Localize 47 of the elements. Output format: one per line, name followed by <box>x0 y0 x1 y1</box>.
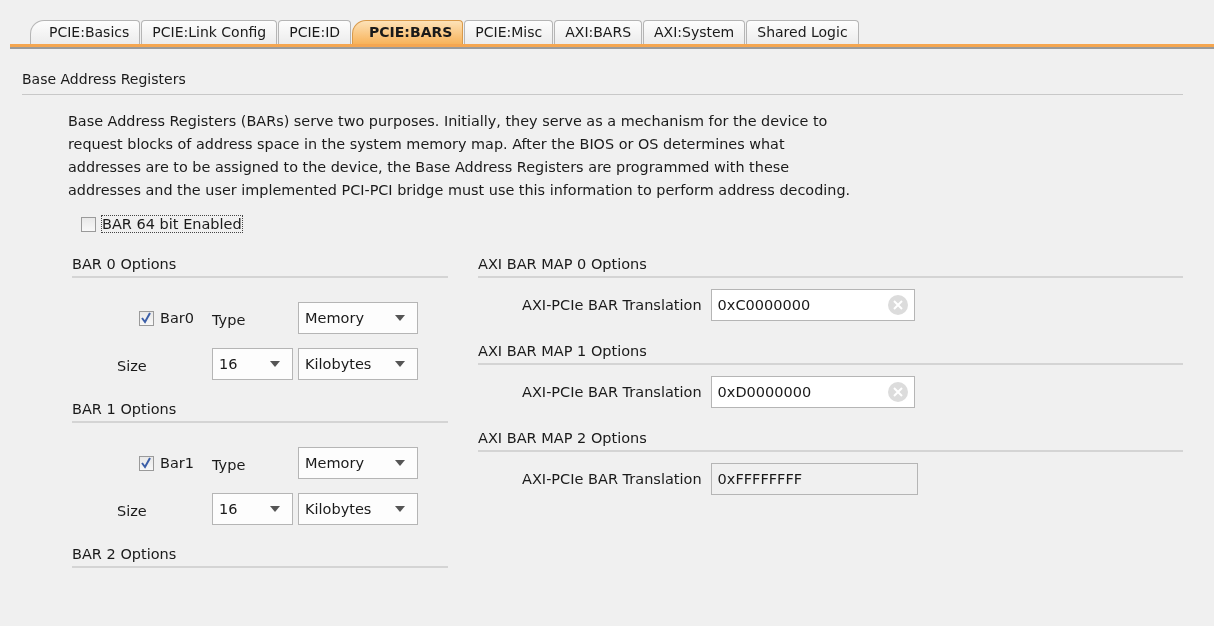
section-title: Base Address Registers <box>22 71 186 87</box>
caret-icon <box>395 506 405 512</box>
group-title: BAR 2 Options <box>72 546 177 562</box>
dropdown[interactable]: Memory <box>298 302 418 334</box>
checkbox[interactable] <box>138 310 154 326</box>
tab[interactable]: PCIE:BARS <box>352 20 464 44</box>
tab[interactable]: PCIE:Basics <box>30 20 141 44</box>
group-title: AXI BAR MAP 1 Options <box>478 343 647 359</box>
field-label: AXI-PCIe BAR Translation <box>522 471 702 487</box>
checkbox-label: Bar1 <box>159 455 194 471</box>
group-title: BAR 0 Options <box>72 256 177 272</box>
dropdown[interactable]: 16 <box>212 348 293 380</box>
group-title: AXI BAR MAP 2 Options <box>478 430 647 446</box>
input-field[interactable]: 0xD0000000 <box>710 376 915 408</box>
tab[interactable]: PCIE:Misc <box>464 20 554 44</box>
description-text: Base Address Registers (BARs) serve two purposes. Initially, they serve as a mechanism for the device to request blocks of address space in the system memory map. After the BIOS or OS determines what addresses are to be assigned to the device, the Base Address Registers are programmed with these addresses and the user implemented PCI-PCI bridge must use this information to perform address decoding. <box>68 112 852 200</box>
tab[interactable]: PCIE:ID <box>278 20 352 44</box>
dropdown[interactable]: Kilobytes <box>298 348 418 380</box>
tab[interactable]: Shared Logic <box>746 20 859 44</box>
dropdown[interactable]: Memory <box>298 447 418 479</box>
clear-icon <box>887 295 908 315</box>
checkbox-label: Bar0 <box>159 310 194 326</box>
group-title: BAR 1 Options <box>72 401 177 417</box>
tab[interactable]: AXI:BARS <box>554 20 643 44</box>
checkbox[interactable] <box>81 216 96 232</box>
caret-icon <box>395 460 405 466</box>
field-label: AXI-PCIe BAR Translation <box>522 297 702 313</box>
field-label: Size <box>117 358 147 374</box>
tab[interactable]: AXI:System <box>643 20 746 44</box>
checkmark-icon <box>140 457 153 469</box>
field-label: Size <box>117 503 147 519</box>
checkmark-icon <box>140 312 153 324</box>
dropdown[interactable]: 16 <box>212 493 293 525</box>
caret-icon <box>395 315 405 321</box>
field-label: Type <box>212 457 247 473</box>
field-label: AXI-PCIe BAR Translation <box>522 384 702 400</box>
clear-icon <box>887 382 908 402</box>
group-title: AXI BAR MAP 0 Options <box>478 256 647 272</box>
caret-icon <box>270 506 280 512</box>
field-label: Type <box>212 312 247 328</box>
checkbox[interactable] <box>138 455 154 471</box>
caret-icon <box>395 361 405 367</box>
caret-icon <box>270 361 280 367</box>
input-field[interactable]: 0xC0000000 <box>710 289 915 321</box>
tab[interactable]: PCIE:Link Config <box>141 20 278 44</box>
checkbox-label: BAR 64 bit Enabled <box>102 216 242 232</box>
dropdown[interactable]: Kilobytes <box>298 493 418 525</box>
